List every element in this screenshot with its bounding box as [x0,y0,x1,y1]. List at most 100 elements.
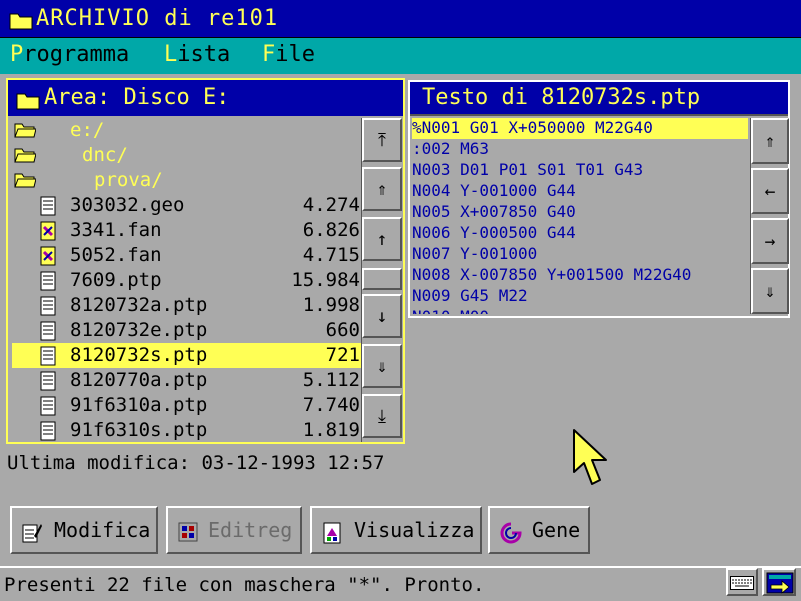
directory-name: prova/ [94,169,163,191]
edit-document-icon [22,524,42,543]
directory-item[interactable]: dnc/ [12,143,362,168]
exit-button[interactable] [762,568,796,596]
file-panel-title: Area: Disco E: [44,85,230,110]
text-scroll-down-button[interactable]: ⇓ [751,268,789,314]
file-name: 7609.ptp [70,269,162,291]
file-name: 8120770a.ptp [70,369,208,391]
file-name: 5052.fan [70,244,162,266]
visualizza-label: Visualizza [354,518,475,542]
exit-icon [766,572,794,594]
text-content[interactable]: %N001 G01 X+050000 M22G40:002 M63 N003 D0… [410,118,750,314]
scroll-thumb[interactable] [362,268,402,290]
folder-open-icon [14,146,37,168]
text-scroll-right-button[interactable]: → [751,218,789,264]
file-size: 1.819 [302,419,360,441]
file-list: e:/ dnc/prova/303032.geo 4.274 3341.fan 6.82… [8,118,363,442]
gene-button[interactable]: Gene [488,506,590,554]
scroll-top-button[interactable]: ⤒ [362,118,402,162]
file-item[interactable]: 91f6310s.ptp 1.819 [12,418,362,443]
directory-item[interactable]: prova/ [12,168,362,193]
page-down-icon: ⇓ [376,355,388,377]
file-panel-header: Area: Disco E: [8,80,403,116]
text-line[interactable]: N007 Y-001000 [412,244,748,265]
visualizza-button[interactable]: Visualizza [310,506,482,554]
file-item[interactable]: 3341.fan 6.826 [12,218,362,243]
file-scrollbar: ⤒ ⇑ ↑ ↓ ⇓ ⤓ [361,118,403,442]
text-line[interactable]: N009 G45 M22 [412,286,748,307]
text-line[interactable]: N003 D01 P01 S01 T01 G43 [412,160,748,181]
directory-item[interactable]: e:/ [12,118,362,143]
file-size: 6.826 [302,219,360,241]
menu-bar: Programma Lista File [0,38,801,74]
status-text: Presenti 22 file con maschera "*". Pront… [4,574,485,596]
text-line[interactable]: N005 X+007850 G40 [412,202,748,223]
text-line[interactable]: N008 X-007850 Y+001500 M22G40 [412,265,748,286]
text-scroll-left-button[interactable]: ← [751,168,789,214]
text-scroll-up-button[interactable]: ⇑ [751,118,789,164]
file-name: 303032.geo [70,194,185,216]
text-line[interactable]: N010 M00 [412,307,748,314]
menu-file[interactable]: File [262,42,315,67]
file-size: 4.715 [302,244,360,266]
scroll-top-icon: ⤒ [378,129,386,151]
mouse-cursor-icon [573,429,607,485]
file-name: 3341.fan [70,219,162,241]
text-preview-panel: Testo di 8120732s.ptp %N001 G01 X+050000… [408,80,790,318]
text-panel-title: Testo di 8120732s.ptp [422,85,701,110]
file-name: 91f6310a.ptp [70,394,208,416]
file-name: 8120732e.ptp [70,319,208,341]
file-item[interactable]: 8120732s.ptp 721 [12,343,362,368]
text-line[interactable]: :002 M63 [412,139,748,160]
keyboard-button[interactable] [726,568,758,596]
file-item[interactable]: 303032.geo 4.274 [12,193,362,218]
file-item[interactable]: 8120770a.ptp 5.112 [12,368,362,393]
file-size: 4.274 [302,194,360,216]
text-line[interactable]: %N001 G01 X+050000 M22G40 [412,118,748,139]
line-up-button[interactable]: ↑ [362,217,402,261]
generate-icon [500,522,522,544]
view-document-icon [323,522,341,544]
page-up-icon: ⇑ [376,178,388,200]
file-item[interactable]: 91f6310a.ptp 7.740 [12,393,362,418]
file-size: 660 [325,319,360,341]
text-line[interactable]: N004 Y-001000 G44 [412,181,748,202]
editreg-label: Editreg [208,518,293,542]
file-size: 7.740 [302,394,360,416]
file-item[interactable]: 5052.fan 4.715 [12,243,362,268]
arrow-right-icon: → [764,230,776,252]
file-item[interactable]: 7609.ptp 15.984 [12,268,362,293]
folder-open-icon [14,121,37,143]
status-bar: Presenti 22 file con maschera "*". Pront… [0,566,801,601]
line-down-button[interactable]: ↓ [362,294,402,338]
page-up-button[interactable]: ⇑ [362,167,402,211]
page-down-button[interactable]: ⇓ [362,344,402,388]
last-modified-label: Ultima modifica: 03-12-1993 12:57 [7,452,385,474]
title-bar: ARCHIVIO di re101 [0,0,801,38]
modifica-button[interactable]: Modifica [10,506,158,554]
line-up-icon: ↑ [376,228,388,250]
editreg-button[interactable]: Editreg [166,506,302,554]
text-line[interactable]: N006 Y-000500 G44 [412,223,748,244]
file-size: 5.112 [302,369,360,391]
folder-icon [16,93,40,110]
keyboard-icon [730,576,754,590]
file-name: 8120732s.ptp [70,344,208,366]
window-title: ARCHIVIO di re101 [36,6,279,31]
directory-name: e:/ [70,119,105,141]
arrow-left-icon: ← [764,180,776,202]
file-item[interactable]: 8120732a.ptp 1.998 [12,293,362,318]
page-down-icon: ⇓ [764,280,776,302]
text-panel-header: Testo di 8120732s.ptp [410,82,788,116]
scroll-bottom-icon: ⤓ [378,405,386,427]
directory-name: dnc/ [82,144,128,166]
gene-label: Gene [532,518,581,542]
document-icon [40,421,56,446]
page-up-icon: ⇑ [764,130,776,152]
menu-programma[interactable]: Programma [10,42,129,67]
file-item[interactable]: 8120732e.ptp 660 [12,318,362,343]
folder-icon [9,13,33,30]
scroll-bottom-button[interactable]: ⤓ [362,394,402,438]
file-size: 15.984 [291,269,360,291]
menu-lista[interactable]: Lista [164,42,230,67]
modifica-label: Modifica [54,518,151,542]
